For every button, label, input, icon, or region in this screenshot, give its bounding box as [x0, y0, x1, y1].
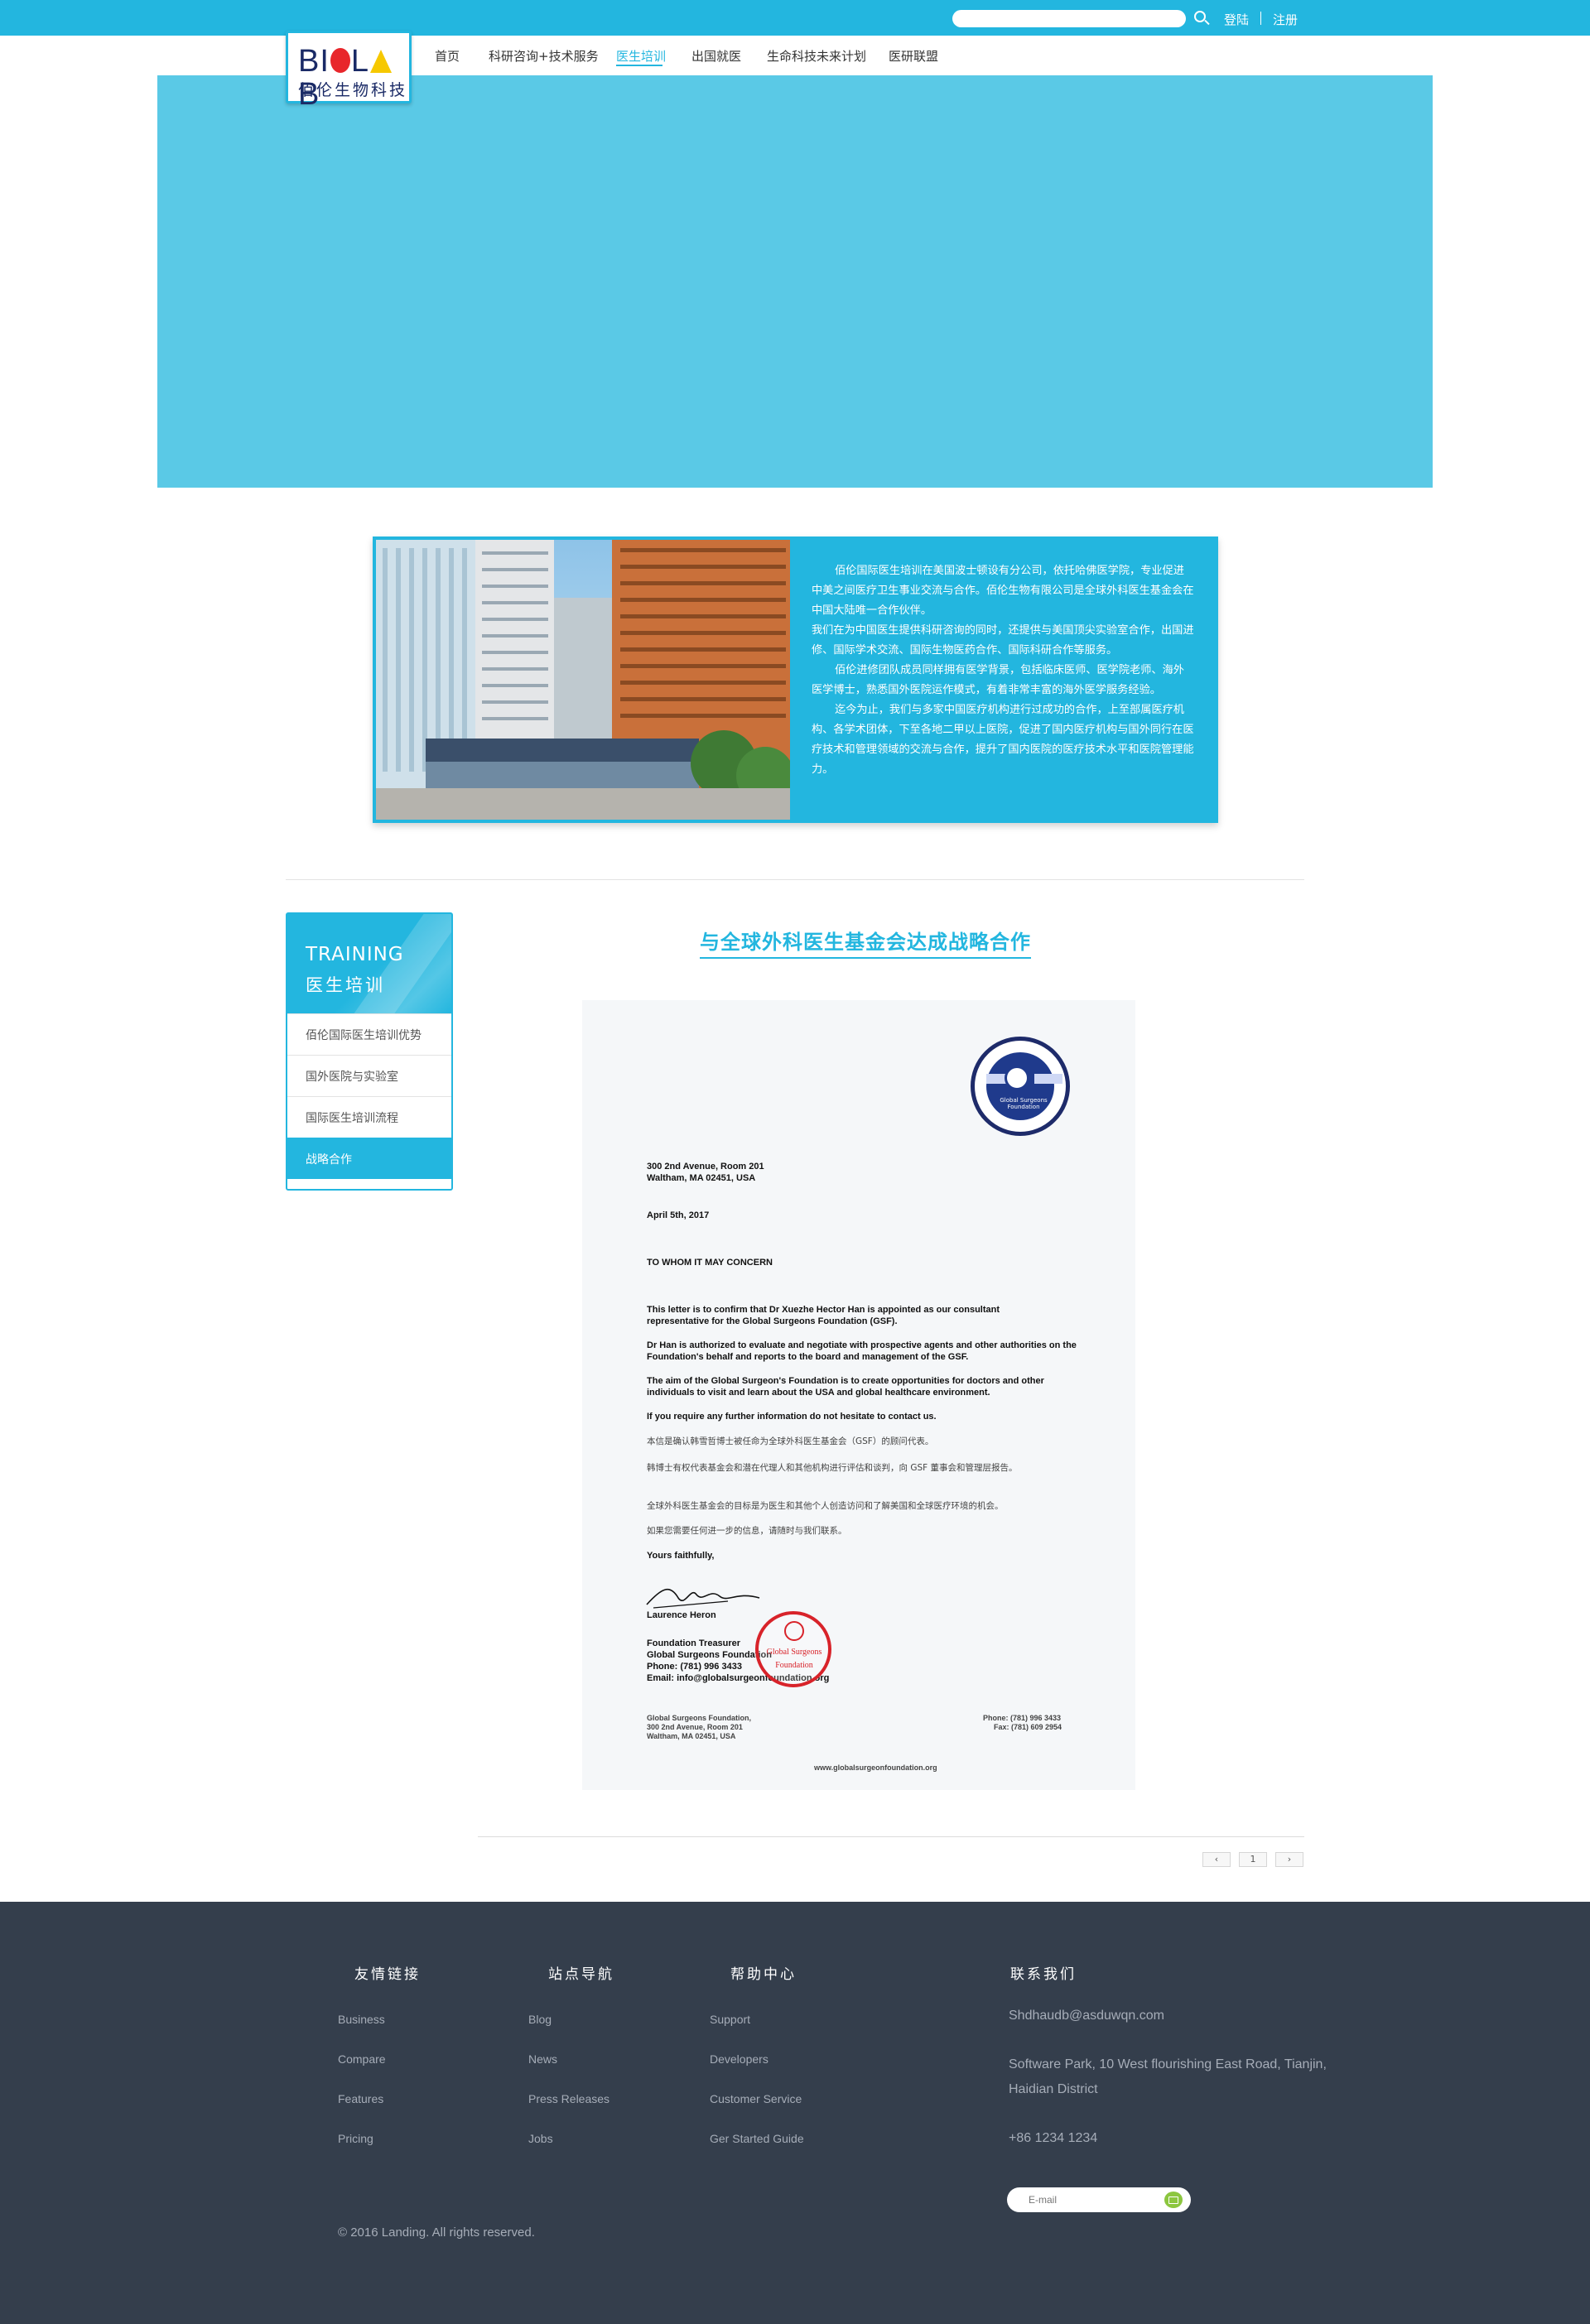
register-link[interactable]: 注册 — [1273, 11, 1298, 28]
nav-life-tech[interactable]: 生命科技未来计划 — [767, 47, 866, 65]
sidebar-item-training-process[interactable]: 国际医生培训流程 — [287, 1096, 451, 1138]
login-link[interactable]: 登陆 — [1224, 11, 1249, 28]
intro-paragraph: 佰伦国际医生培训在美国波士顿设有分公司，依托哈佛医学院，专业促进中美之间医疗卫生… — [812, 565, 1194, 617]
nav-medical-abroad[interactable]: 出国就医 — [691, 47, 741, 65]
signature — [646, 1588, 760, 1609]
footer-heading-friend-links: 友情链接 — [354, 1966, 421, 1983]
footer-link-compare[interactable]: Compare — [338, 2052, 386, 2066]
logo-name-cn: 佰伦生物科技 — [298, 81, 408, 99]
footer-heading-contact: 联系我们 — [1010, 1966, 1077, 1983]
pagination-prev[interactable]: ‹ — [1202, 1852, 1231, 1867]
newsletter-email-input[interactable] — [1007, 2187, 1191, 2212]
footer-heading-site-nav: 站点导航 — [548, 1966, 614, 1983]
copyright: © 2016 Landing. All rights reserved. — [338, 2225, 535, 2240]
letter-image: Global Surgeons Foundation 300 2nd Avenu… — [582, 1000, 1135, 1790]
search-input[interactable] — [952, 10, 1186, 27]
logo-a-shape — [370, 50, 393, 73]
intro-paragraph: 迄今为止，我们与多家中国医疗机构进行过成功的合作，上至部属医疗机构、各学术团体，… — [812, 704, 1194, 776]
nav-home[interactable]: 首页 — [435, 47, 460, 65]
intro-paragraph: 我们在为中国医生提供科研咨询的同时，还提供与美国顶尖实验室合作，出国进修、国际学… — [812, 624, 1194, 657]
sidebar-item-hospitals-labs[interactable]: 国外医院与实验室 — [287, 1055, 451, 1096]
foundation-stamp: Global Surgeons Foundation — [755, 1611, 831, 1687]
sidebar-title-en: TRAINING — [306, 944, 404, 965]
footer-link-features[interactable]: Features — [338, 2092, 383, 2105]
sidebar-header: TRAINING 医生培训 — [287, 914, 451, 1013]
nav-research[interactable]: 科研咨询+技术服务 — [489, 47, 599, 65]
footer-link-news[interactable]: News — [528, 2052, 557, 2066]
intro-text: 佰伦国际医生培训在美国波士顿设有分公司，依托哈佛医学院，专业促进中美之间医疗卫生… — [812, 561, 1194, 780]
contact-email: Shdhaudb@asduwqn.com — [1009, 2009, 1164, 2023]
sidebar: TRAINING 医生培训 佰伦国际医生培训优势 国外医院与实验室 国际医生培训… — [286, 912, 453, 1191]
nav-active-indicator — [616, 65, 662, 66]
logo-o-shape — [330, 48, 350, 73]
intro-paragraph: 佰伦进修团队成员同样拥有医学背景，包括临床医师、医学院老师、海外医学博士，熟悉国… — [812, 664, 1184, 696]
footer-link-started-guide[interactable]: Ger Started Guide — [710, 2132, 804, 2145]
intro-section: 佰伦国际医生培训在美国波士顿设有分公司，依托哈佛医学院，专业促进中美之间医疗卫生… — [373, 536, 1218, 823]
logo[interactable]: BI LB 佰伦生物科技 — [286, 31, 412, 111]
top-bar — [0, 0, 1590, 36]
footer-link-press[interactable]: Press Releases — [528, 2092, 610, 2105]
pagination-page[interactable]: 1 — [1239, 1852, 1267, 1867]
footer-link-jobs[interactable]: Jobs — [528, 2132, 553, 2145]
top-divider — [1260, 12, 1261, 25]
contact-phone: +86 1234 1234 — [1009, 2131, 1098, 2145]
nav-alliance[interactable]: 医研联盟 — [889, 47, 938, 65]
section-divider — [286, 879, 1304, 880]
content-divider — [478, 1836, 1304, 1837]
envelope-icon — [1168, 2196, 1178, 2204]
footer-link-developers[interactable]: Developers — [710, 2052, 768, 2066]
sidebar-item-advantages[interactable]: 佰伦国际医生培训优势 — [287, 1013, 451, 1055]
footer-link-business[interactable]: Business — [338, 2013, 385, 2026]
footer-link-support[interactable]: Support — [710, 2013, 750, 2026]
globe-icon — [1005, 1066, 1029, 1090]
pagination-next[interactable]: › — [1275, 1852, 1303, 1867]
newsletter-submit-button[interactable] — [1164, 2192, 1183, 2208]
search-icon[interactable] — [1193, 10, 1210, 26]
nav-training[interactable]: 医生培训 — [616, 47, 666, 65]
foundation-seal: Global Surgeons Foundation — [971, 1037, 1070, 1136]
footer-heading-help: 帮助中心 — [730, 1966, 797, 1983]
footer-link-customer-service[interactable]: Customer Service — [710, 2092, 802, 2105]
sidebar-item-strategic-cooperation[interactable]: 战略合作 — [287, 1138, 451, 1179]
hero-banner — [157, 75, 1433, 488]
globe-icon — [784, 1621, 804, 1641]
footer-link-pricing[interactable]: Pricing — [338, 2132, 373, 2145]
footer-link-blog[interactable]: Blog — [528, 2013, 552, 2026]
contact-address: Software Park, 10 West flourishing East … — [1009, 2057, 1327, 2096]
article-title: 与全球外科医生基金会达成战略合作 — [700, 926, 1031, 959]
hospital-photo — [376, 540, 790, 820]
sidebar-title-cn: 医生培训 — [306, 975, 385, 995]
